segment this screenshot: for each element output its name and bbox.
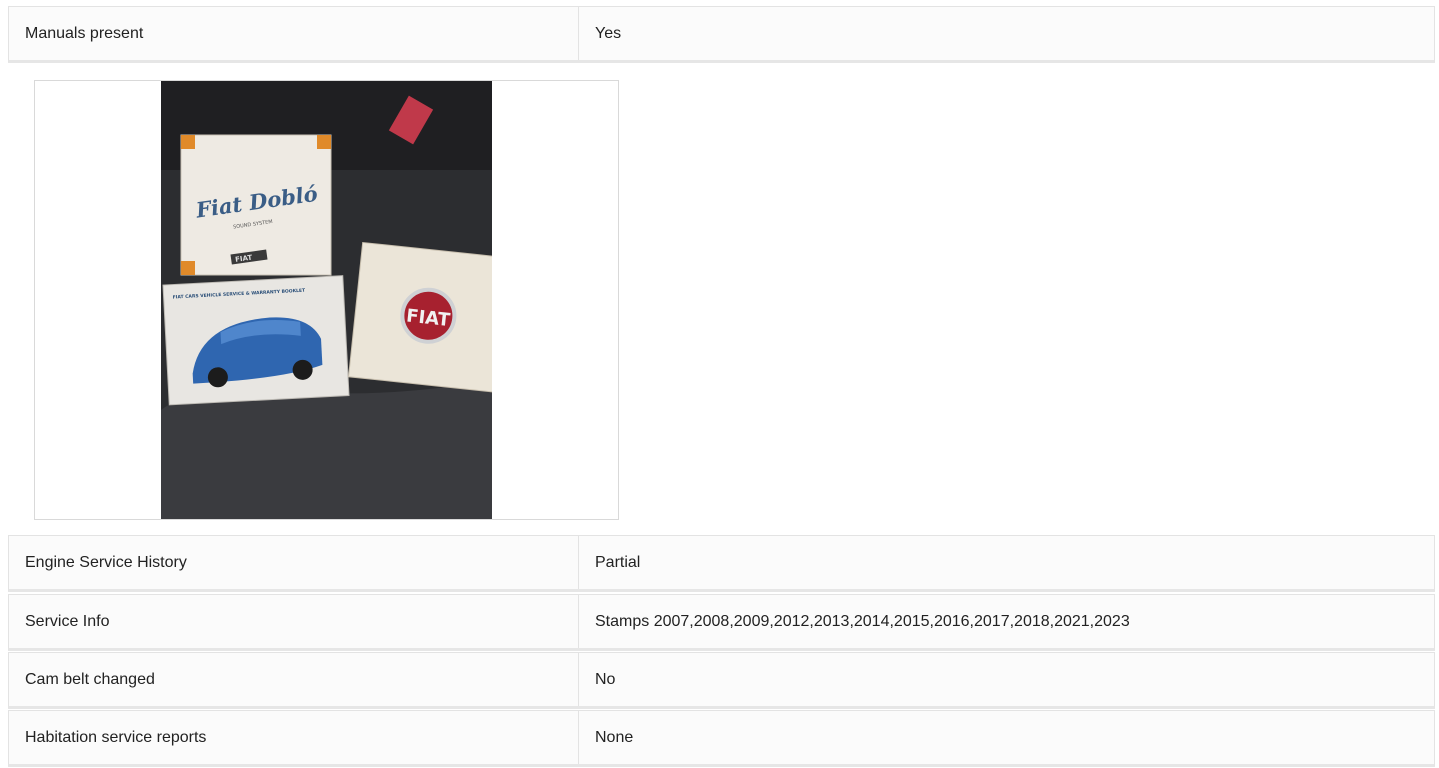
row-value: Partial <box>595 553 641 571</box>
table-row-cam-belt: Cam belt changed No <box>8 652 1435 709</box>
booklet-service: FIAT CARS VEHICLE SERVICE & WARRANTY BOO… <box>162 275 350 406</box>
table-row-manuals: Manuals present Yes <box>8 6 1435 63</box>
table-row-habitation-reports: Habitation service reports None <box>8 710 1435 767</box>
row-label: Habitation service reports <box>9 711 579 764</box>
row-value: Stamps 2007,2008,2009,2012,2013,2014,201… <box>595 612 1130 630</box>
row-label: Engine Service History <box>9 536 579 589</box>
booklet-dobla: Fiat Dobló SOUND SYSTEM FIAT <box>180 134 332 276</box>
row-value: No <box>595 670 616 688</box>
row-label: Cam belt changed <box>9 653 579 706</box>
row-value: Yes <box>595 24 622 42</box>
manuals-photo: Fiat Dobló SOUND SYSTEM FIAT FIAT CARS V… <box>161 81 492 519</box>
row-label: Service Info <box>9 595 579 648</box>
booklet-fiat-logo: FIAT <box>348 241 492 393</box>
table-row-service-info: Service Info Stamps 2007,2008,2009,2012,… <box>8 594 1435 651</box>
row-label: Manuals present <box>9 7 579 60</box>
manuals-photo-frame: Fiat Dobló SOUND SYSTEM FIAT FIAT CARS V… <box>34 80 619 520</box>
row-value: None <box>595 728 634 746</box>
table-row-engine-service-history: Engine Service History Partial <box>8 535 1435 592</box>
